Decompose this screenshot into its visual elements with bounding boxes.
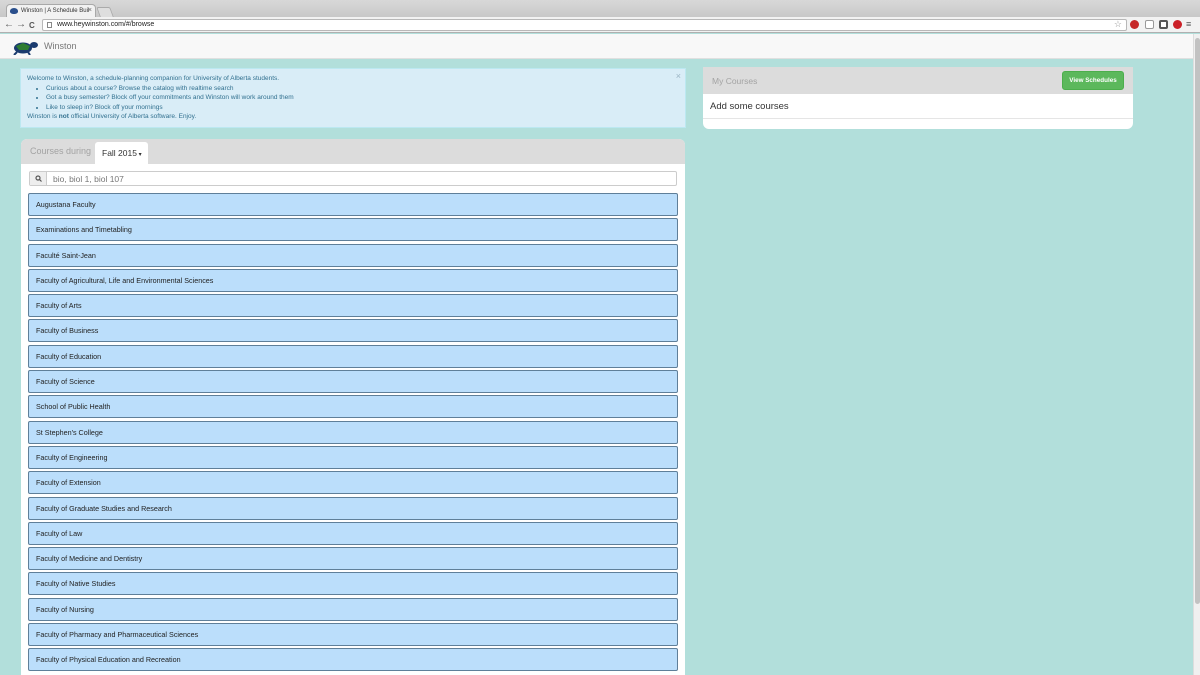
faculty-list-item[interactable]: Faculty of Engineering [28, 445, 678, 469]
alert-bullet: Got a busy semester? Block off your comm… [46, 93, 679, 103]
bookmark-star-icon[interactable]: ☆ [1114, 19, 1122, 29]
new-tab-button[interactable] [96, 7, 114, 17]
alert-disclaimer-post: official University of Alberta software.… [68, 113, 197, 120]
divider [703, 118, 1133, 119]
faculty-list-item[interactable]: Faculty of Pharmacy and Pharmaceutical S… [28, 623, 678, 647]
tab-close-icon[interactable]: × [88, 5, 92, 17]
app-navbar: Winston [0, 34, 1200, 59]
term-selected-value: Fall 2015 [102, 148, 137, 158]
winston-favicon-icon [10, 8, 18, 14]
course-search-box [29, 171, 677, 186]
alert-bullet: Like to sleep in? Block off your morning… [46, 103, 679, 113]
alert-close-icon[interactable]: × [676, 71, 681, 82]
my-courses-header: My Courses View Schedules [703, 67, 1133, 94]
reload-icon[interactable]: C [29, 19, 35, 33]
winston-turtle-logo-icon[interactable] [11, 39, 39, 55]
faculty-list-item[interactable]: Faculty of Medicine and Dentistry [28, 547, 678, 571]
page-icon [47, 22, 52, 28]
app-brand-name[interactable]: Winston [44, 41, 77, 51]
scrollbar-thumb[interactable] [1195, 38, 1200, 604]
courses-panel: Courses during Fall 2015 ▾ Augustana Fac… [21, 139, 685, 675]
faculty-list-item[interactable]: Faculty of Graduate Studies and Research [28, 496, 678, 520]
forward-arrow-icon[interactable]: → [16, 18, 26, 32]
faculty-list-item[interactable]: Faculty of Arts [28, 294, 678, 318]
alert-disclaimer: Winston is not official University of Al… [27, 112, 679, 122]
pinterest-icon[interactable] [1173, 20, 1182, 29]
extension-icon[interactable] [1145, 20, 1154, 29]
extension-square-icon[interactable] [1159, 20, 1168, 29]
alert-bullet: Curious about a course? Browse the catal… [46, 84, 679, 94]
alert-bullet-list: Curious about a course? Browse the catal… [27, 84, 679, 113]
faculty-list: Augustana Faculty Examinations and Timeta… [28, 193, 678, 674]
welcome-alert: × Welcome to Winston, a schedule-plannin… [20, 68, 686, 128]
add-courses-placeholder: Add some courses [710, 101, 789, 112]
course-search-input[interactable] [53, 172, 663, 185]
my-courses-panel: My Courses View Schedules Add some cours… [703, 67, 1133, 129]
alert-intro: Welcome to Winston, a schedule-planning … [27, 75, 280, 82]
search-addon [30, 172, 47, 185]
faculty-list-item[interactable]: Examinations and Timetabling [28, 218, 678, 242]
browser-tab[interactable]: Winston | A Schedule Buil × [6, 4, 96, 17]
faculty-list-item[interactable]: Faculty of Law [28, 521, 678, 545]
courses-panel-header: Courses during Fall 2015 ▾ [21, 139, 685, 164]
faculty-list-item[interactable]: Faculty of Nursing [28, 597, 678, 621]
back-arrow-icon[interactable]: ← [4, 18, 14, 32]
browser-toolbar: ← → C www.heywinston.com/#/browse ☆ ≡ [0, 17, 1200, 33]
courses-during-label: Courses during [30, 146, 92, 156]
alert-disclaimer-bold: not [58, 113, 69, 120]
page-scrollbar[interactable] [1193, 34, 1200, 675]
caret-down-icon: ▾ [136, 152, 142, 158]
faculty-list-item[interactable]: Faculty of Education [28, 344, 678, 368]
browser-menu-icon[interactable]: ≡ [1186, 19, 1194, 29]
browser-tab-title: Winston | A Schedule Buil [21, 8, 90, 14]
faculty-list-item[interactable]: School of Public Health [28, 395, 678, 419]
extension-badge-icon[interactable] [1130, 20, 1139, 29]
term-dropdown[interactable]: Fall 2015 ▾ [95, 142, 148, 164]
faculty-list-item[interactable]: Faculty of Science [28, 370, 678, 394]
faculty-list-item[interactable]: Faculté Saint-Jean [28, 243, 678, 267]
faculty-list-item[interactable]: Augustana Faculty [28, 193, 678, 216]
view-schedules-button[interactable]: View Schedules [1062, 71, 1124, 90]
search-icon [35, 175, 42, 182]
faculty-list-item[interactable]: Faculty of Agricultural, Life and Enviro… [28, 268, 678, 292]
faculty-list-item[interactable]: Faculty of Physical Education and Recrea… [28, 648, 678, 672]
alert-disclaimer-pre: Winston is [27, 113, 59, 120]
address-bar[interactable]: www.heywinston.com/#/browse ☆ [42, 19, 1127, 31]
address-url: www.heywinston.com/#/browse [57, 21, 155, 28]
faculty-list-item[interactable]: Faculty of Business [28, 319, 678, 343]
faculty-list-item[interactable]: Faculty of Native Studies [28, 572, 678, 596]
faculty-list-item[interactable]: Faculty of Extension [28, 471, 678, 495]
my-courses-title: My Courses [712, 76, 758, 86]
faculty-list-item[interactable]: St Stephen's College [28, 420, 678, 444]
browser-tab-bar: Winston | A Schedule Buil × [0, 0, 1200, 17]
